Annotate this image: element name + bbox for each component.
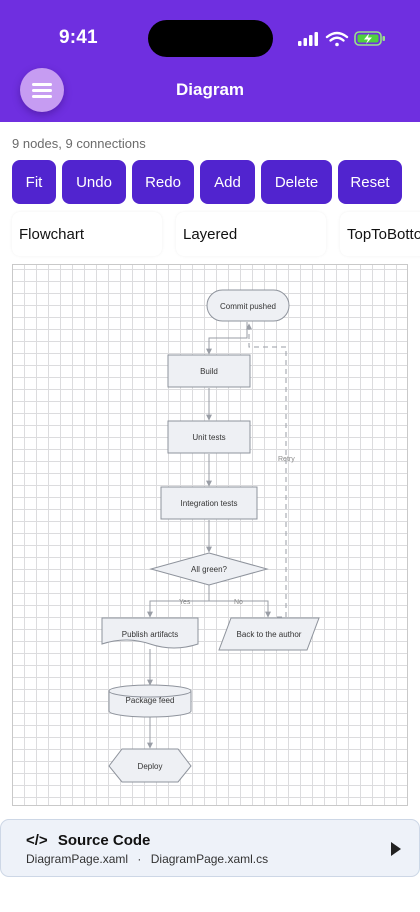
delete-button[interactable]: Delete [261, 160, 332, 204]
redo-button[interactable]: Redo [132, 160, 194, 204]
layout-mode-top-to-bottom[interactable]: TopToBottom [340, 212, 420, 256]
layout-mode-flowchart[interactable]: Flowchart [12, 212, 162, 256]
edge-label-no: No [234, 599, 243, 606]
battery-icon [354, 31, 385, 46]
node-label-deploy: Deploy [138, 762, 163, 771]
source-code-title: </> Source Code [26, 832, 150, 849]
diagram-canvas[interactable]: Yes No Retry Commit pushed Build Unit te… [12, 264, 408, 806]
edge-label-retry: Retry [278, 456, 295, 463]
dynamic-island [148, 20, 273, 57]
node-label-all-green: All green? [191, 565, 228, 574]
code-icon: </> [26, 832, 48, 849]
reset-button[interactable]: Reset [338, 160, 402, 204]
source-code-label: Source Code [57, 832, 151, 849]
diagram-stats: 9 nodes, 9 connections [12, 136, 146, 151]
source-file-codebehind: DiagramPage.xaml.cs [150, 852, 269, 866]
layout-mode-selector: Flowchart Layered TopToBottom [0, 210, 420, 260]
diagram-svg: Yes No Retry Commit pushed Build Unit te… [101, 289, 320, 783]
chevron-right-icon [391, 842, 401, 856]
edge-commit-to-build [206, 322, 248, 355]
app-header: 9:41 Diagram [0, 0, 420, 122]
edge-label-yes: Yes [179, 599, 191, 606]
add-button[interactable]: Add [200, 160, 255, 204]
cellular-signal-icon [298, 32, 318, 46]
node-label-package-feed: Package feed [126, 696, 175, 705]
layout-mode-layered[interactable]: Layered [176, 212, 326, 256]
source-file-xaml: DiagramPage.xaml [26, 852, 129, 866]
source-code-card[interactable]: </> Source Code DiagramPage.xaml · Diagr… [0, 819, 420, 877]
wifi-icon [325, 31, 349, 47]
node-label-build: Build [200, 367, 218, 376]
node-label-publish-artifacts: Publish artifacts [122, 630, 178, 639]
node-label-unit-tests: Unit tests [192, 433, 225, 442]
fit-button[interactable]: Fit [12, 160, 56, 204]
node-label-back-to-author: Back to the author [237, 630, 302, 639]
node-label-commit-pushed: Commit pushed [220, 302, 276, 311]
undo-button[interactable]: Undo [62, 160, 126, 204]
node-label-integration-tests: Integration tests [181, 499, 238, 508]
page-title: Diagram [175, 80, 245, 99]
edge-back-to-build-retry [246, 323, 287, 618]
source-file-separator: · [137, 852, 142, 866]
source-files: DiagramPage.xaml · DiagramPage.xaml.cs [26, 852, 268, 866]
status-time: 9:41 [59, 27, 98, 48]
status-icons [298, 31, 385, 47]
